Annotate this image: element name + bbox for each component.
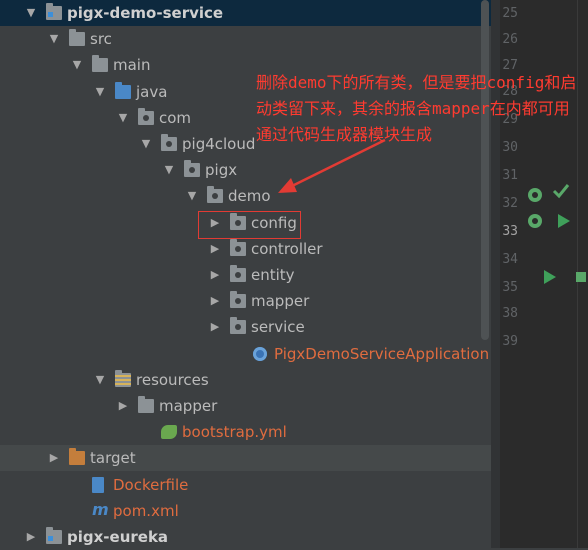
line-number: 32 [502, 196, 518, 211]
tree-item-label: pigx [205, 161, 238, 180]
tree-item-label: pig4cloud [182, 135, 256, 153]
tree-item-resources[interactable]: ▼ resources [0, 367, 491, 393]
tree-item-label: demo [228, 187, 271, 206]
tree-item-label: pigx-eureka [67, 528, 169, 546]
chevron-down-icon[interactable]: ▼ [139, 131, 153, 157]
tree-item-label: target [90, 449, 136, 468]
tree-item-label: pom.xml [113, 501, 179, 520]
line-number: 39 [502, 334, 518, 349]
chevron-down-icon[interactable]: ▼ [116, 105, 130, 131]
source-folder-icon [115, 81, 131, 99]
tree-item-label: java [136, 82, 168, 101]
tree-item-pigx-eureka[interactable]: ▶ pigx-eureka [0, 524, 491, 550]
tree-item-pigxdemoserviceapplication[interactable]: PigxDemoServiceApplication [0, 341, 491, 367]
tree-item-label: resources [136, 370, 209, 389]
tree-item-service[interactable]: ▶ service [0, 314, 491, 340]
tree-item-target[interactable]: ▶ target [0, 445, 491, 472]
tree-item-label: entity [251, 266, 295, 284]
spring-boot-class-icon [253, 346, 267, 361]
line-number: 35 [502, 280, 518, 295]
line-number: 25 [502, 6, 518, 21]
annotation-text: 删除demo下的所有类，但是要把config和启动类留下来，其余的报含mappe… [256, 73, 577, 144]
tree-item-pom-xml[interactable]: m pom.xml [0, 498, 491, 524]
chevron-right-icon[interactable]: ▶ [208, 314, 222, 340]
tree-item-label: bootstrap.yml [182, 423, 287, 442]
chevron-down-icon[interactable]: ▼ [185, 183, 199, 209]
tree-item-bootstrap-yml[interactable]: bootstrap.yml [0, 419, 491, 445]
config-highlight-box [198, 211, 301, 239]
dockerfile-icon [92, 476, 104, 493]
module-icon [46, 3, 62, 20]
tree-item-entity[interactable]: ▶ entity [0, 262, 491, 288]
chevron-down-icon[interactable]: ▼ [93, 367, 107, 393]
chevron-down-icon[interactable]: ▼ [162, 157, 176, 183]
run-icon[interactable] [540, 268, 558, 286]
folder-icon [69, 29, 85, 47]
chevron-down-icon[interactable]: ▼ [24, 0, 38, 26]
package-icon [207, 186, 223, 204]
chevron-down-icon[interactable]: ▼ [93, 79, 107, 105]
chevron-right-icon[interactable]: ▶ [208, 236, 222, 262]
tree-item-label: pigx-demo-service [67, 4, 224, 22]
chevron-right-icon[interactable]: ▶ [116, 393, 130, 419]
excluded-folder-icon [69, 448, 85, 466]
tree-item-label: controller [251, 239, 323, 258]
tree-item-mapper[interactable]: ▶ mapper [0, 393, 491, 419]
tree-item-pigx-demo-service[interactable]: ▼ pigx-demo-service [0, 0, 491, 26]
spring-bean-icon[interactable] [526, 212, 544, 230]
tree-scrollbar[interactable] [481, 0, 489, 340]
chevron-right-icon[interactable]: ▶ [47, 445, 61, 471]
chevron-down-icon[interactable]: ▼ [47, 26, 61, 52]
package-icon [138, 107, 154, 125]
tree-item-label: main [113, 56, 151, 75]
chevron-right-icon[interactable]: ▶ [208, 262, 222, 288]
tree-item-label: mapper [251, 292, 310, 311]
spring-bean-icon[interactable] [526, 186, 544, 204]
package-icon [161, 134, 177, 151]
tree-item-label: src [90, 30, 112, 49]
package-icon [230, 238, 246, 256]
tree-item-label: Dockerfile [113, 475, 189, 494]
yaml-file-icon [161, 425, 177, 440]
line-number: 31 [502, 168, 518, 183]
chevron-right-icon[interactable]: ▶ [24, 524, 38, 550]
chevron-right-icon[interactable]: ▶ [208, 288, 222, 314]
package-icon [230, 291, 246, 309]
tree-item-controller[interactable]: ▶ controller [0, 236, 491, 262]
resources-folder-icon [115, 369, 131, 387]
package-icon [230, 265, 246, 282]
tree-item-label: mapper [159, 397, 218, 415]
line-number: 26 [502, 32, 518, 47]
module-icon [46, 527, 62, 544]
folder-icon [92, 55, 108, 73]
tree-item-label: service [251, 318, 305, 337]
run-icon[interactable] [576, 268, 588, 286]
folder-icon [138, 396, 154, 413]
package-icon [230, 317, 246, 335]
line-number: 38 [502, 306, 518, 321]
tree-item-label: PigxDemoServiceApplication [274, 344, 490, 363]
tree-item-label: com [159, 108, 192, 127]
override-icon[interactable] [552, 182, 570, 200]
run-icon[interactable] [554, 212, 572, 230]
tree-item-demo[interactable]: ▼ demo [0, 183, 491, 209]
line-number: 33 [502, 224, 518, 239]
maven-icon: m [92, 499, 109, 519]
tree-item-src[interactable]: ▼ src [0, 26, 491, 52]
line-number: 34 [502, 252, 518, 267]
chevron-down-icon[interactable]: ▼ [70, 52, 84, 78]
package-icon [184, 160, 200, 178]
tree-item-pigx[interactable]: ▼ pigx [0, 157, 491, 183]
tree-item-mapper[interactable]: ▶ mapper [0, 288, 491, 314]
tree-item-dockerfile[interactable]: Dockerfile [0, 472, 491, 498]
